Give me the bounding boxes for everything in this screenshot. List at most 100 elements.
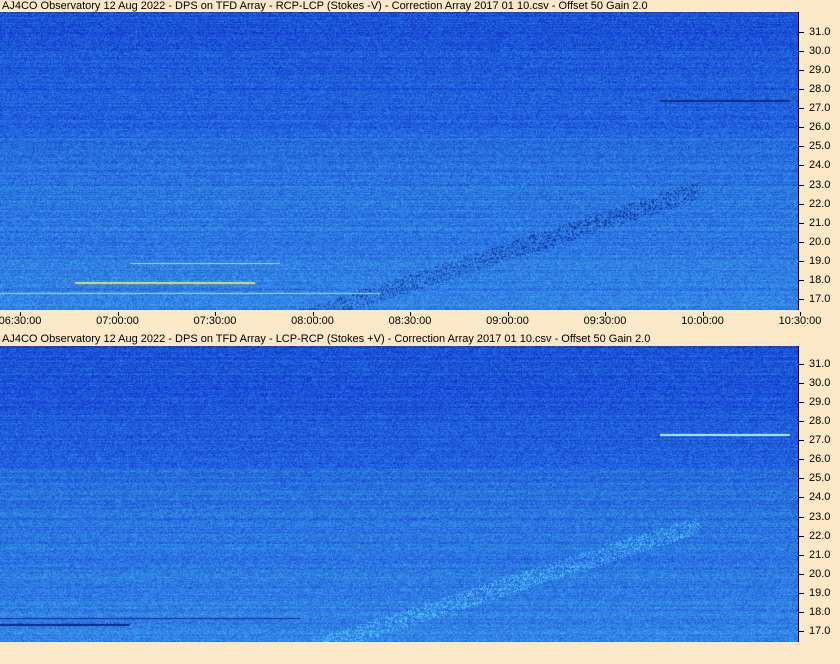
frequency-tick-label: 20.0 (809, 235, 831, 248)
frequency-tick-label: 30.0 (809, 377, 831, 390)
frequency-tick: 20.0 (799, 236, 840, 248)
frequency-tick-label: 23.0 (809, 178, 831, 191)
frequency-tick-label: 28.0 (809, 415, 831, 428)
frequency-tick: 17.0 (799, 625, 840, 637)
panel-1-frequency-axis: 31.0 30.0 29.0 28.0 27.0 26.0 25.0 24.0 23.0 22.0… (798, 12, 840, 310)
time-tick-label: 10:30:00 (778, 315, 822, 327)
frequency-tick-label: 25.0 (809, 140, 831, 153)
frequency-tick: 25.0 (799, 140, 840, 152)
frequency-tick: 29.0 (799, 64, 840, 76)
frequency-tick-label: 21.0 (809, 216, 831, 229)
frequency-tick-label: 31.0 (809, 26, 831, 38)
frequency-tick: 23.0 (799, 179, 840, 191)
frequency-tick: 19.0 (799, 587, 840, 599)
tick-mark (799, 32, 804, 33)
time-tick-label: 07:00:00 (96, 315, 139, 327)
time-tick-label: 07:30:00 (193, 315, 237, 327)
tick-mark (799, 478, 804, 480)
panel-2-spectrogram (0, 346, 798, 642)
frequency-tick: 17.0 (799, 293, 840, 305)
tick-mark (799, 241, 804, 243)
tick-mark (799, 89, 804, 91)
frequency-tick: 31.0 (799, 26, 840, 38)
frequency-tick: 18.0 (799, 274, 840, 286)
tick-mark (799, 127, 804, 129)
frequency-tick: 21.0 (799, 549, 840, 561)
frequency-tick: 24.0 (799, 491, 840, 503)
frequency-tick-label: 21.0 (809, 548, 831, 561)
tick-mark (799, 497, 804, 499)
frequency-tick: 20.0 (799, 568, 840, 580)
tick-mark (799, 402, 804, 404)
tick-mark (799, 421, 804, 423)
frequency-tick-label: 26.0 (809, 121, 831, 134)
panel-1-spectrogram-canvas (0, 12, 798, 310)
tick-mark (799, 364, 804, 365)
frequency-tick: 27.0 (799, 102, 840, 114)
tick-mark (799, 611, 804, 613)
frequency-tick: 29.0 (799, 396, 840, 408)
tick-mark (799, 184, 804, 186)
frequency-tick: 30.0 (799, 377, 840, 389)
frequency-tick-label: 29.0 (809, 396, 831, 409)
frequency-tick-label: 18.0 (809, 273, 831, 286)
frequency-tick-label: 22.0 (809, 197, 831, 210)
time-tick-label: 10:00:00 (681, 315, 724, 327)
frequency-tick-label: 19.0 (809, 586, 831, 599)
frequency-tick-label: 25.0 (809, 472, 831, 485)
frequency-tick-label: 17.0 (809, 292, 831, 305)
frequency-tick-label: 28.0 (809, 83, 831, 96)
tick-mark (799, 260, 804, 262)
panel-1-spectrogram (0, 12, 798, 310)
tick-mark (799, 592, 804, 594)
frequency-tick-label: 24.0 (809, 159, 831, 172)
tick-mark (799, 70, 804, 72)
frequency-tick: 28.0 (799, 415, 840, 427)
frequency-tick-label: 18.0 (809, 605, 831, 618)
tick-mark (799, 516, 804, 518)
tick-mark (799, 51, 804, 53)
panel-1-title: AJ4CO Observatory 12 Aug 2022 - DPS on T… (2, 0, 648, 12)
tick-mark (799, 146, 804, 148)
tick-mark (799, 222, 804, 224)
tick-mark (799, 298, 804, 300)
panel-2-title: AJ4CO Observatory 12 Aug 2022 - DPS on T… (2, 333, 651, 345)
frequency-tick: 24.0 (799, 159, 840, 171)
frequency-tick: 30.0 (799, 45, 840, 57)
frequency-tick: 23.0 (799, 511, 840, 523)
frequency-tick: 22.0 (799, 198, 840, 210)
frequency-tick-label: 30.0 (809, 45, 831, 58)
frequency-tick: 18.0 (799, 606, 840, 618)
time-tick-label: 09:30:00 (583, 315, 627, 327)
tick-mark (799, 554, 804, 556)
frequency-tick-label: 23.0 (809, 510, 831, 523)
frequency-tick-label: 22.0 (809, 529, 831, 542)
tick-mark (799, 165, 804, 167)
tick-mark (799, 383, 804, 385)
frequency-tick: 26.0 (799, 453, 840, 465)
tick-mark (799, 203, 804, 205)
frequency-tick: 26.0 (799, 121, 840, 133)
panel-2-frequency-axis: 31.0 30.0 29.0 28.0 27.0 26.0 25.0 24.0 23.0 22.0… (798, 346, 840, 642)
time-tick-label: 06:30:00 (0, 315, 42, 327)
panel-2-spectrogram-canvas (0, 346, 798, 642)
frequency-tick-label: 29.0 (809, 64, 831, 77)
time-axis: 06:30:00 07:00:00 07:30:00 08:00:00 08:30:00… (0, 312, 840, 328)
frequency-tick-label: 27.0 (809, 102, 831, 115)
frequency-tick: 22.0 (799, 530, 840, 542)
frequency-tick: 31.0 (799, 358, 840, 370)
tick-mark (799, 535, 804, 537)
frequency-tick: 28.0 (799, 83, 840, 95)
frequency-tick-label: 31.0 (809, 358, 831, 370)
tick-mark (799, 440, 804, 442)
tick-mark (799, 279, 804, 281)
frequency-tick: 21.0 (799, 217, 840, 229)
frequency-tick: 25.0 (799, 472, 840, 484)
tick-mark (799, 459, 804, 461)
tick-mark (799, 573, 804, 575)
bottom-status-strip (0, 642, 840, 664)
time-tick-label: 08:00:00 (291, 315, 334, 327)
frequency-tick: 27.0 (799, 434, 840, 446)
time-tick-label: 08:30:00 (388, 315, 432, 327)
frequency-tick-label: 17.0 (809, 624, 831, 637)
